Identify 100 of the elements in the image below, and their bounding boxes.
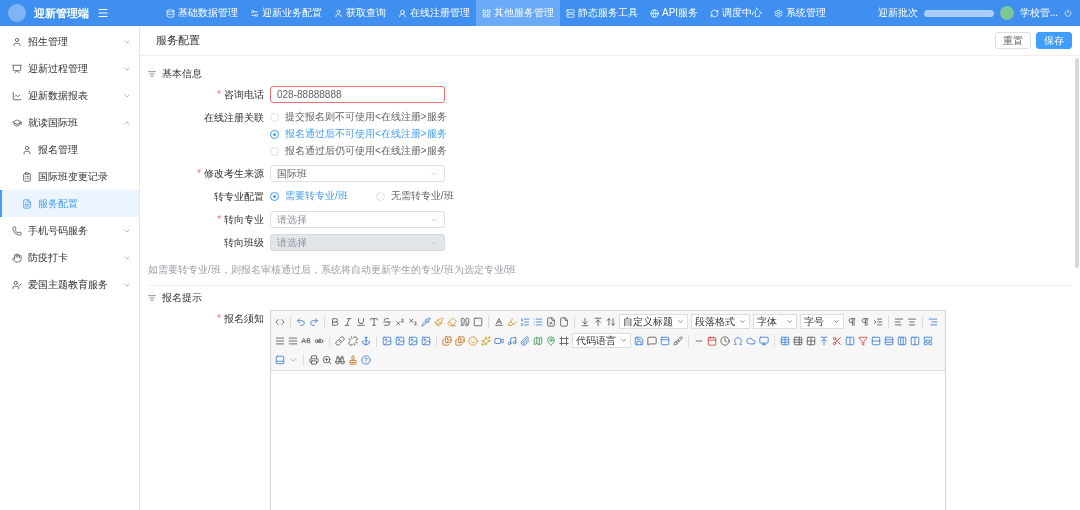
toolbar-dropdown[interactable]: 字体 (753, 314, 797, 329)
quote-icon[interactable] (460, 316, 470, 327)
link-icon[interactable] (335, 335, 345, 346)
grid-icon[interactable] (806, 335, 816, 346)
map-icon[interactable] (533, 335, 543, 346)
chart-icon[interactable] (12, 90, 22, 101)
table-props-icon[interactable] (793, 335, 803, 346)
italic-icon[interactable] (343, 316, 353, 327)
sidebar-item[interactable]: 招生管理 (0, 28, 139, 55)
anchor-icon[interactable] (361, 335, 371, 346)
help-icon[interactable] (361, 354, 371, 365)
printer-icon[interactable] (309, 354, 319, 365)
image-icon[interactable] (408, 335, 418, 346)
image-icon[interactable] (395, 335, 405, 346)
sidebar-item[interactable]: 国际班变更记录 (0, 163, 139, 190)
sidebar-item[interactable]: 迎新过程管理 (0, 55, 139, 82)
sidebar-item[interactable]: 手机号码服务 (0, 217, 139, 244)
pipette-icon[interactable] (421, 316, 431, 327)
comment-icon[interactable] (647, 335, 657, 346)
find-icon[interactable] (335, 354, 345, 365)
user-icon[interactable] (398, 8, 407, 18)
music-icon[interactable] (507, 335, 517, 346)
gallery-icon[interactable] (455, 335, 465, 346)
clipboard-icon[interactable] (22, 171, 32, 182)
power-icon[interactable] (1064, 9, 1072, 17)
user-icon[interactable] (334, 8, 343, 18)
align-center-icon[interactable] (907, 316, 917, 327)
uppercase-icon[interactable] (301, 335, 311, 346)
brush-icon[interactable] (434, 316, 444, 327)
toolbar-dropdown[interactable]: 代码语言 (572, 333, 631, 348)
calendar-icon[interactable] (707, 335, 717, 346)
toolbar-dropdown[interactable]: 字号 (800, 314, 844, 329)
align-right-icon[interactable] (928, 316, 938, 327)
align-justify-icon[interactable] (275, 335, 285, 346)
refresh-icon[interactable] (710, 8, 720, 18)
underline-icon[interactable] (356, 316, 366, 327)
font-color-icon[interactable] (494, 316, 504, 327)
globe-icon[interactable] (650, 8, 659, 18)
settings-icon[interactable] (774, 8, 784, 18)
lowercase-icon[interactable] (314, 335, 324, 346)
radio-option[interactable]: 无需转专业/班 (375, 188, 454, 204)
ordered-list-icon[interactable] (520, 316, 530, 327)
sidebar-item[interactable]: 迎新数据报表 (0, 82, 139, 109)
user-icon[interactable] (12, 36, 22, 47)
unlink-icon[interactable] (348, 335, 358, 346)
bold-icon[interactable] (330, 316, 340, 327)
filter-icon[interactable] (858, 335, 868, 346)
menu-icon[interactable] (97, 7, 109, 19)
gallery-icon[interactable] (442, 335, 452, 346)
phone-icon[interactable] (12, 225, 22, 236)
omega-icon[interactable] (733, 335, 743, 346)
bullet-list-icon[interactable] (533, 316, 543, 327)
toolbar-dropdown[interactable]: 自定义标题 (619, 314, 688, 329)
sparkles-icon[interactable] (481, 335, 491, 346)
code-icon[interactable] (275, 316, 285, 327)
align-left-icon[interactable] (894, 316, 904, 327)
sidebar-item[interactable]: 就读国际班 (0, 109, 139, 136)
highlighter-icon[interactable] (507, 316, 517, 327)
image-icon[interactable] (421, 335, 431, 346)
sliders-icon[interactable] (250, 8, 259, 18)
video-icon[interactable] (494, 335, 504, 346)
stamp-icon[interactable] (348, 354, 358, 365)
document-icon[interactable] (559, 316, 569, 327)
database-icon[interactable] (166, 8, 175, 18)
subscript-icon[interactable] (408, 316, 418, 327)
toolbar-dropdown[interactable]: 段落格式 (691, 314, 750, 329)
clock-icon[interactable] (720, 335, 730, 346)
paperclip-icon[interactable] (520, 335, 530, 346)
redo-icon[interactable] (309, 316, 319, 327)
image-icon[interactable] (382, 335, 392, 346)
scrollbar[interactable] (1075, 58, 1079, 268)
sidebar-item[interactable]: 报名管理 (0, 136, 139, 163)
board-icon[interactable] (12, 63, 22, 74)
user-icon[interactable] (12, 279, 22, 290)
cloud-icon[interactable] (746, 335, 756, 346)
strikethrough-icon[interactable] (382, 316, 392, 327)
indent-icon[interactable] (873, 316, 883, 327)
grid-icon[interactable] (482, 8, 491, 18)
sidebar-item[interactable]: 防疫打卡 (0, 244, 139, 271)
hand-icon[interactable] (12, 252, 22, 263)
user-icon[interactable] (22, 144, 32, 155)
action-button[interactable]: 重置 (995, 32, 1031, 49)
select-field[interactable]: 国际班 (270, 165, 445, 182)
table-icon[interactable] (780, 335, 790, 346)
eraser-icon[interactable] (447, 316, 457, 327)
superscript-icon[interactable] (395, 316, 405, 327)
graduation-cap-icon[interactable] (12, 117, 22, 128)
smile-icon[interactable] (468, 335, 478, 346)
radio-option[interactable]: 报名通过后仍可使用<在线注册>服务 (270, 143, 447, 159)
sidebar-item[interactable]: 爱国主题教育服务 (0, 271, 139, 298)
text-field[interactable]: 028-88888888 (270, 86, 445, 103)
rich-text-editor[interactable]: 自定义标题 段落格式 字体 字号 代码语言 (270, 310, 946, 510)
save-icon[interactable] (634, 335, 644, 346)
line-height-icon[interactable] (606, 316, 616, 327)
document-icon[interactable] (22, 198, 32, 209)
radio-option[interactable]: 提交报名则不可使用<在线注册>服务 (270, 109, 447, 125)
server-icon[interactable] (566, 8, 575, 18)
align-justify-icon[interactable] (288, 335, 298, 346)
avatar[interactable] (999, 6, 1014, 20)
undo-icon[interactable] (296, 316, 306, 327)
